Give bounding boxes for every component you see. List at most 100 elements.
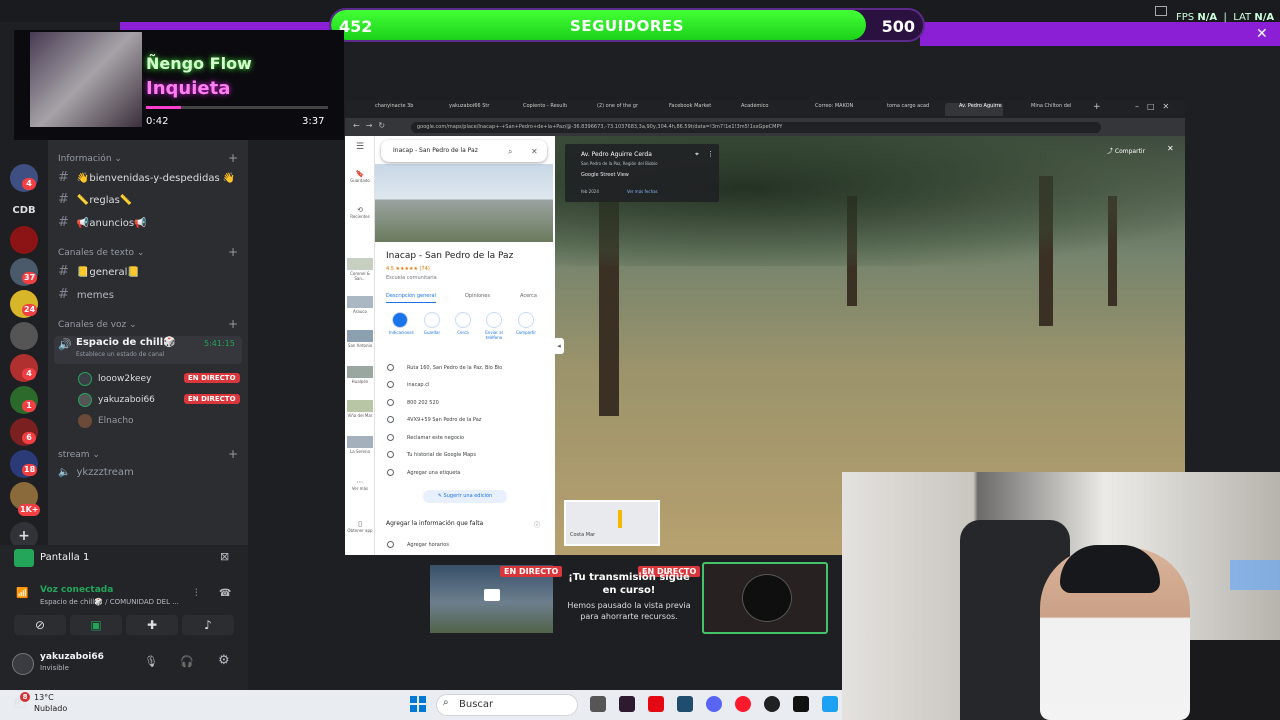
browser-tab[interactable]: Mina Chilton del — [1017, 103, 1075, 116]
weather-description[interactable]: Nublado — [34, 704, 67, 713]
tab-overview[interactable]: Descripción general — [386, 293, 436, 303]
maps-history-link[interactable]: Tu historial de Google Maps — [407, 452, 476, 458]
browser-tab[interactable]: (2) one of the gr — [583, 103, 641, 116]
share-button[interactable]: Compartir — [515, 312, 537, 335]
channel-anuncios[interactable]: # 📢anuncios📢 — [58, 215, 147, 230]
obs-icon[interactable] — [764, 696, 780, 712]
add-hours-link[interactable]: Agregar horarios — [407, 542, 449, 548]
pin-icon[interactable]: ⌖ — [695, 150, 699, 159]
maps-get-app[interactable]: ▯ Obtener app — [347, 520, 373, 533]
opera-icon[interactable] — [735, 696, 751, 712]
save-button[interactable]: Guardar — [421, 312, 443, 335]
add-channel-icon[interactable]: + — [228, 151, 238, 165]
voice-user[interactable]: Elnacho — [78, 414, 134, 428]
more-dates-link[interactable]: Ver más fechas — [627, 189, 658, 194]
screen-share-button[interactable]: ▣ — [70, 615, 122, 635]
place-address[interactable]: Ruta 160, San Pedro de la Paz, Bío Bío — [407, 365, 502, 371]
maps-more[interactable]: ⋯ Ver más — [347, 478, 373, 491]
browser-tab[interactable]: Correo: MAKON — [801, 103, 859, 116]
close-icon[interactable]: ✕ — [1256, 26, 1268, 42]
search-icon[interactable]: ⌕ — [508, 147, 512, 157]
browser-tab[interactable]: Facebook Market — [655, 103, 713, 116]
channel-bienvenidas[interactable]: # 👋bienvenidas-y-despedidas 👋 — [58, 170, 235, 185]
claim-business-link[interactable]: Reclamar este negocio — [407, 435, 464, 441]
tiktok-icon[interactable] — [793, 696, 809, 712]
browser-tab[interactable]: Académico — [727, 103, 785, 116]
server-icon[interactable] — [10, 322, 38, 350]
voice-user[interactable]: yakuzaboi66 — [78, 393, 155, 407]
maps-recent-place[interactable]: Coronel & San... — [347, 258, 373, 281]
category-voice[interactable]: Canales de voz ⌄ — [58, 320, 137, 330]
close-street-view-icon[interactable]: ✕ — [1167, 144, 1174, 153]
browser-tab[interactable]: yakuzaboi66 Str — [435, 103, 493, 116]
maps-recent-place[interactable]: La Serena — [347, 436, 373, 454]
activities-button[interactable]: ✚ — [126, 615, 178, 635]
send-to-phone-button[interactable]: Enviar al teléfono — [483, 312, 505, 340]
place-photo[interactable] — [375, 164, 553, 242]
category-info[interactable]: Información ⌄ — [58, 154, 122, 164]
add-channel-icon[interactable]: + — [228, 447, 238, 461]
voice-user[interactable]: looow2keey — [78, 372, 151, 386]
app-icon[interactable] — [619, 696, 635, 712]
place-plus-code[interactable]: 4VX9+59 San Pedro de la Paz — [407, 417, 481, 423]
close-icon[interactable]: ✕ — [531, 147, 538, 156]
collapse-panel-icon[interactable]: ◂ — [554, 338, 564, 354]
maps-search-input[interactable]: Inacap - San Pedro de la Paz — [381, 140, 547, 162]
directions-button[interactable]: Indicaciones — [389, 312, 414, 335]
channel-reglas[interactable]: # 📏reglas📏 — [58, 192, 132, 207]
username[interactable]: yakuzaboi66 — [40, 652, 104, 662]
voice-channel-chill[interactable]: 🔊 Espacio de chill🎲 5:41:15 Establece un… — [54, 336, 242, 364]
maps-recent-place[interactable]: Arauco — [347, 296, 373, 314]
disconnect-icon[interactable]: ☎ — [219, 588, 231, 599]
channel-memes[interactable]: # memes — [58, 287, 114, 302]
settings-gear-icon[interactable]: ⚙ — [218, 653, 230, 668]
suggest-edit-button[interactable]: ✎ Sugerir una edición — [423, 490, 507, 503]
browser-tab[interactable]: toma cargo acad — [873, 103, 931, 116]
share-link[interactable]: ⤴ Compartir — [1107, 146, 1145, 155]
app-icon[interactable] — [822, 696, 838, 712]
tab-reviews[interactable]: Opiniones — [465, 293, 490, 299]
url-bar[interactable]: google.com/maps/place/Inacap+-+San+Pedro… — [411, 122, 1101, 133]
maps-recent-place[interactable]: San Antonio — [347, 330, 373, 348]
windows-start-icon[interactable] — [410, 696, 426, 712]
voice-status[interactable]: Establece un estado de canal — [76, 351, 164, 358]
discord-icon[interactable] — [706, 696, 722, 712]
netflix-icon[interactable] — [648, 696, 664, 712]
server-icon[interactable] — [10, 226, 38, 254]
category-stream[interactable]: stream ⌄ — [58, 450, 100, 460]
voice-connected-detail[interactable]: Espacio de chill🎲 / COMUNIDAD DEL ... — [40, 598, 179, 606]
stop-share-icon[interactable]: ⊠ — [220, 550, 229, 563]
more-options-icon[interactable]: ⋮ — [707, 150, 714, 158]
soundboard-button[interactable]: ♪ — [182, 615, 234, 635]
voice-channel-stream[interactable]: 🔈 ykzzztream — [58, 467, 134, 478]
window-controls-icon[interactable]: –□✕ — [1135, 102, 1177, 111]
noise-suppression-icon[interactable]: ⫶ — [195, 588, 198, 599]
maps-recent[interactable]: ⟲ Recientes — [347, 206, 373, 219]
task-view-icon[interactable] — [590, 696, 606, 712]
server-cdb[interactable]: CDB — [10, 196, 38, 224]
new-tab-icon[interactable]: + — [1093, 102, 1101, 112]
channel-general[interactable]: # 📒general📒 — [58, 264, 140, 279]
menu-icon[interactable]: ☰ — [347, 142, 373, 152]
place-phone[interactable]: 800 202 520 — [407, 400, 439, 406]
avatar[interactable] — [12, 653, 34, 675]
weather-temperature[interactable]: 13°C — [34, 693, 54, 702]
headphones-icon[interactable]: 🎧 — [180, 655, 194, 668]
maps-saved[interactable]: 🔖 Guardado — [347, 170, 373, 183]
place-website[interactable]: inacap.cl — [407, 382, 429, 388]
place-category[interactable]: Escuela comunitaria — [386, 275, 437, 281]
app-icon[interactable] — [677, 696, 693, 712]
browser-tab[interactable]: chanyinacte 3b — [361, 103, 419, 116]
browser-tab-active[interactable]: Av. Pedro Aguirre — [945, 103, 1003, 116]
nav-buttons-icon[interactable]: ←→↻ — [353, 121, 391, 130]
add-channel-icon[interactable]: + — [228, 317, 238, 331]
voice-connected-label[interactable]: Voz conectada — [40, 585, 113, 595]
minimap[interactable]: Costa Mar — [564, 500, 660, 546]
category-text[interactable]: Canales de texto ⌄ — [58, 248, 144, 258]
microphone-icon[interactable]: 🎙 — [144, 655, 158, 668]
browser-tab[interactable]: Copiento - Resulta — [509, 103, 567, 116]
maps-recent-place[interactable]: Hualpén — [347, 366, 373, 384]
participant-tile[interactable] — [702, 562, 828, 634]
taskbar-search[interactable]: Buscar — [436, 694, 578, 716]
nearby-button[interactable]: Cerca — [452, 312, 474, 335]
